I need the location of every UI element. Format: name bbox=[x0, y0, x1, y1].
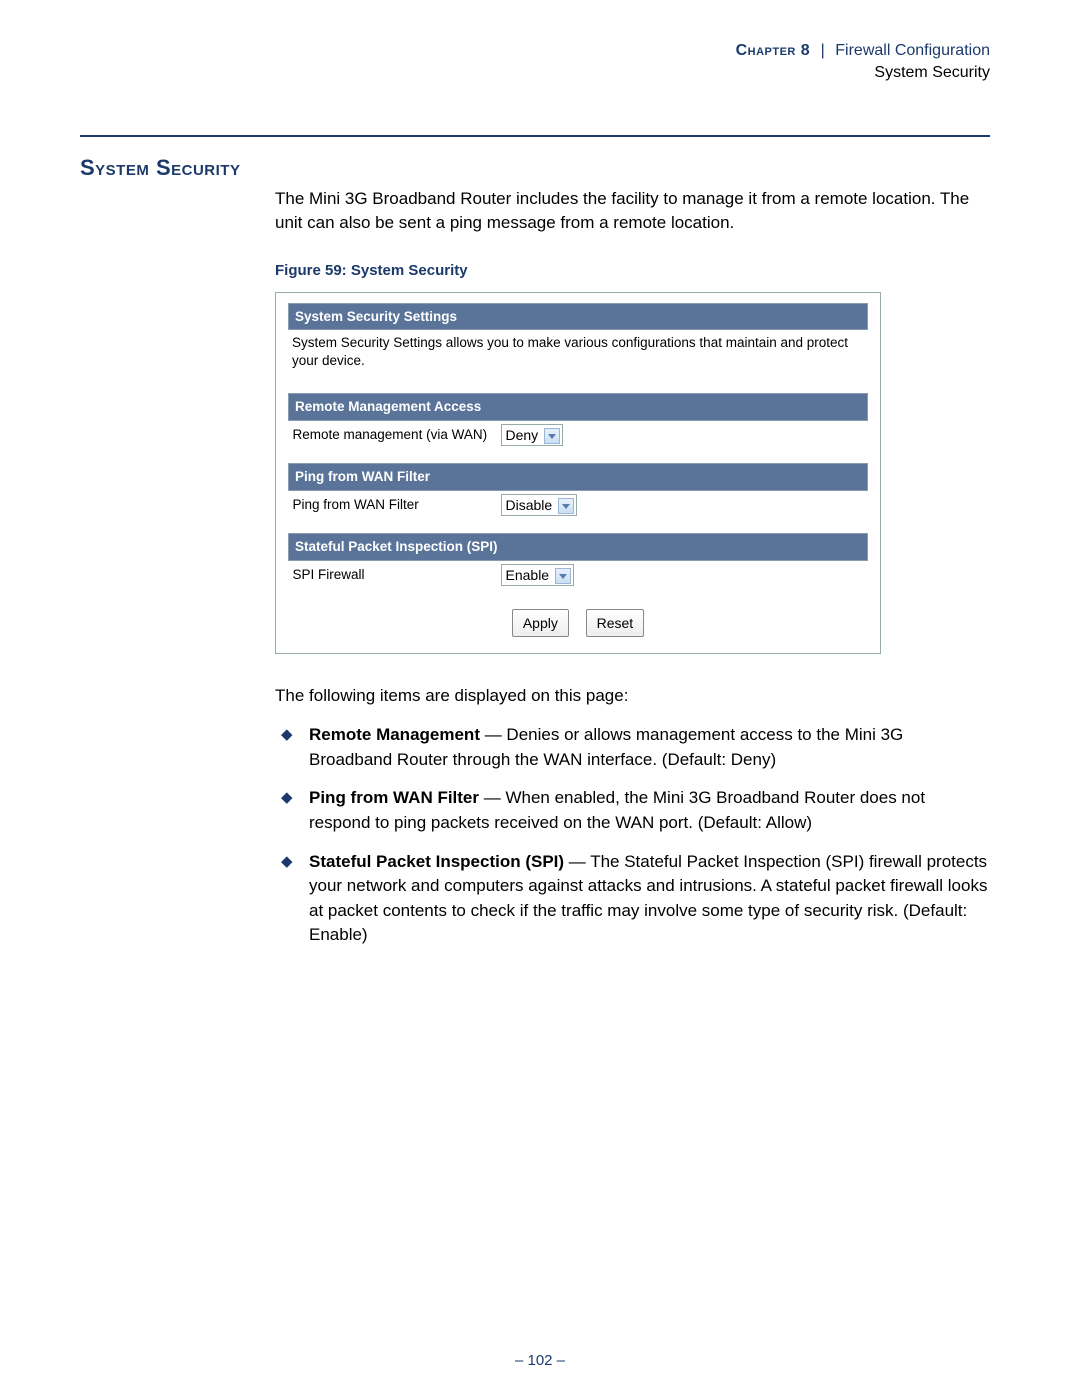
intro-paragraph: The Mini 3G Broadband Router includes th… bbox=[275, 187, 990, 236]
chapter-label: Chapter 8 bbox=[736, 42, 811, 59]
reset-button[interactable]: Reset bbox=[586, 609, 645, 637]
list-item: Remote Management — Denies or allows man… bbox=[275, 723, 990, 772]
ping-filter-select[interactable]: Disable bbox=[501, 494, 578, 516]
body-content: The Mini 3G Broadband Router includes th… bbox=[275, 187, 990, 948]
spi-heading: Stateful Packet Inspection (SPI) bbox=[289, 534, 868, 561]
remote-management-heading: Remote Management Access bbox=[289, 394, 868, 421]
remote-management-label: Remote management (via WAN) bbox=[289, 421, 497, 450]
chevron-down-icon bbox=[544, 428, 560, 444]
ping-filter-heading: Ping from WAN Filter bbox=[289, 464, 868, 491]
settings-main-desc: System Security Settings allows you to m… bbox=[288, 330, 868, 379]
remote-management-value: Deny bbox=[506, 427, 539, 443]
button-row: Apply Reset bbox=[288, 609, 868, 637]
figure-caption: Figure 59: System Security bbox=[275, 260, 990, 282]
section-title: System Security bbox=[80, 155, 990, 181]
header-separator: | bbox=[815, 42, 831, 59]
chevron-down-icon bbox=[558, 498, 574, 514]
spi-label: SPI Firewall bbox=[289, 560, 497, 589]
item-term: Remote Management bbox=[309, 725, 480, 744]
apply-button[interactable]: Apply bbox=[512, 609, 569, 637]
ping-filter-value: Disable bbox=[506, 497, 553, 513]
spi-table: Stateful Packet Inspection (SPI) SPI Fir… bbox=[288, 533, 868, 589]
page-header: Chapter 8 | Firewall Configuration Syste… bbox=[80, 40, 990, 85]
list-item: Ping from WAN Filter — When enabled, the… bbox=[275, 786, 990, 835]
settings-screenshot: System Security Settings System Security… bbox=[275, 292, 881, 655]
remote-management-table: Remote Management Access Remote manageme… bbox=[288, 393, 868, 449]
header-subsection: System Security bbox=[874, 64, 990, 81]
settings-main-title: System Security Settings bbox=[288, 303, 868, 331]
remote-management-select[interactable]: Deny bbox=[501, 424, 564, 446]
chevron-down-icon bbox=[555, 568, 571, 584]
followup-text: The following items are displayed on thi… bbox=[275, 684, 990, 709]
chapter-title: Firewall Configuration bbox=[835, 42, 990, 59]
spi-value: Enable bbox=[506, 567, 550, 583]
ping-filter-label: Ping from WAN Filter bbox=[289, 490, 497, 519]
item-list: Remote Management — Denies or allows man… bbox=[275, 723, 990, 948]
spi-select[interactable]: Enable bbox=[501, 564, 574, 586]
item-term: Stateful Packet Inspection (SPI) bbox=[309, 852, 564, 871]
page: Chapter 8 | Firewall Configuration Syste… bbox=[0, 0, 1080, 1397]
list-item: Stateful Packet Inspection (SPI) — The S… bbox=[275, 850, 990, 949]
ping-filter-table: Ping from WAN Filter Ping from WAN Filte… bbox=[288, 463, 868, 519]
page-number: – 102 – bbox=[0, 1352, 1080, 1369]
item-term: Ping from WAN Filter bbox=[309, 788, 479, 807]
section-rule bbox=[80, 135, 990, 137]
